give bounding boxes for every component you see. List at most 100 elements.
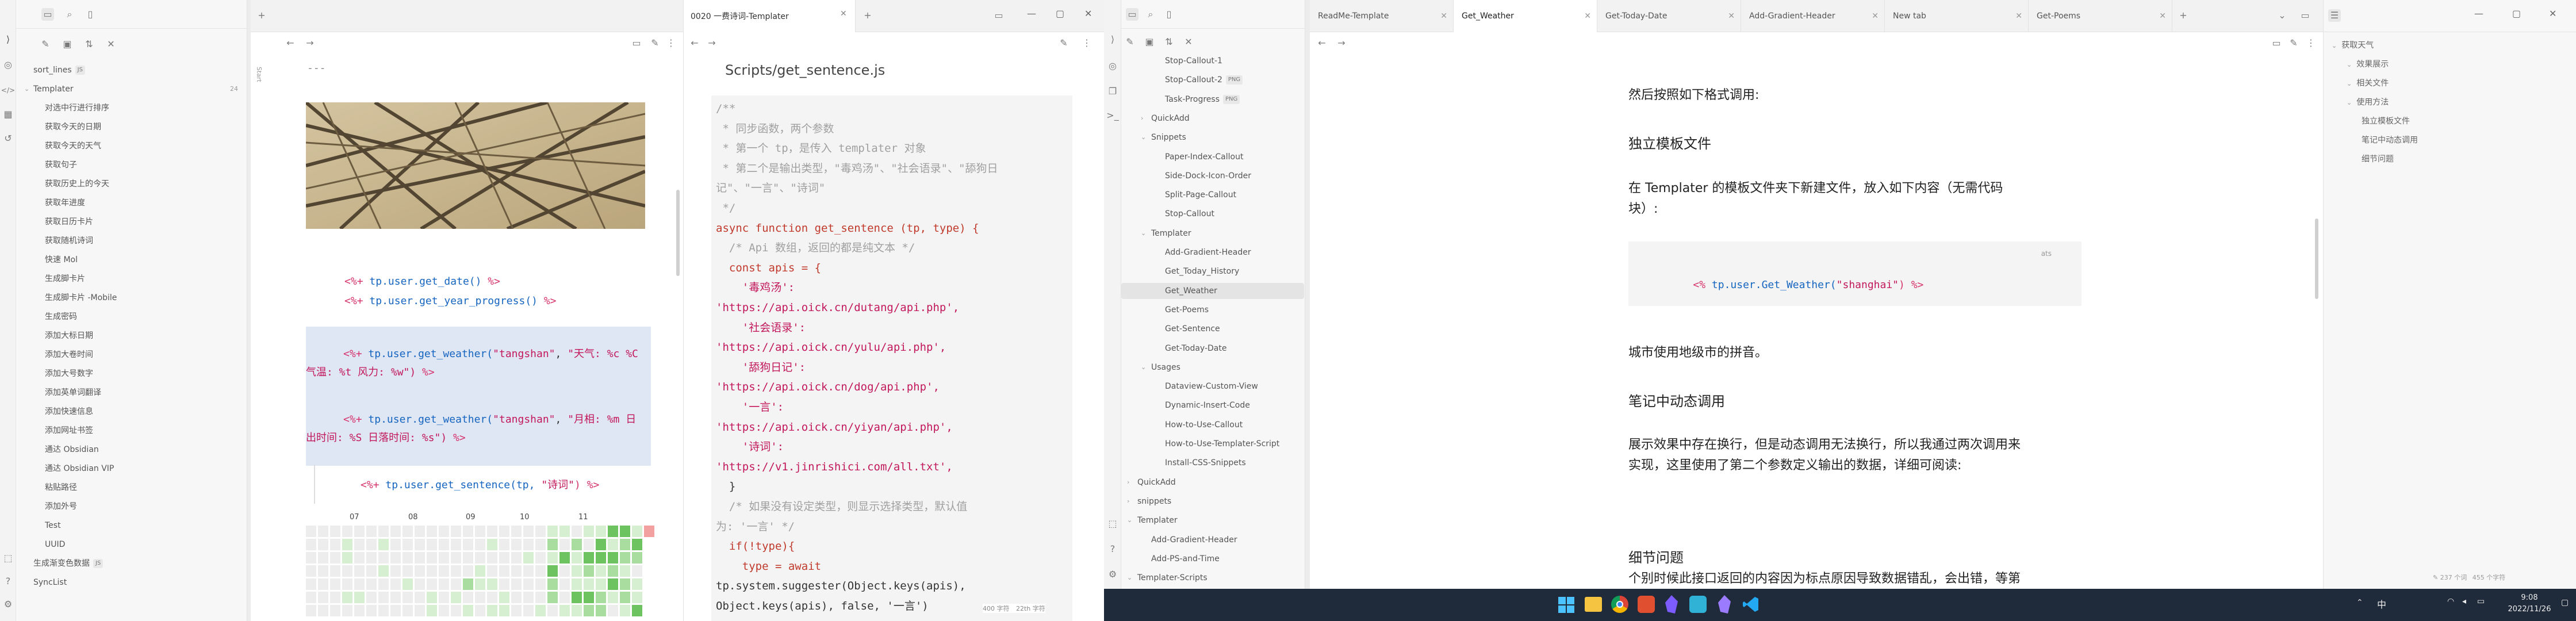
file-tree-item[interactable]: Get_Weather [1121,282,1304,299]
heatmap-cell[interactable] [475,526,485,537]
heatmap-cell[interactable] [463,539,473,550]
heatmap-cell[interactable] [511,539,522,550]
maximize-button[interactable]: ▢ [1056,8,1064,19]
terminal-icon[interactable]: >_ [1106,109,1119,122]
file-tree-item[interactable]: 添加网址书签 [16,423,246,439]
heatmap-cell[interactable] [415,592,425,603]
heatmap-cell[interactable] [366,539,377,550]
file-tree-item[interactable]: How-to-Use-Callout [1121,417,1304,433]
heatmap-cell[interactable] [572,552,582,564]
notification-icon[interactable]: ▢ [2561,598,2569,607]
heatmap-cell[interactable] [439,605,449,616]
heatmap-cell[interactable] [354,526,365,537]
heatmap-cell[interactable] [584,565,594,577]
heatmap-cell[interactable] [330,578,340,590]
heatmap-cell[interactable] [535,592,546,603]
heatmap-cell[interactable] [366,565,377,577]
file-tree-item[interactable]: 生成密码 [16,309,246,325]
heatmap-cell[interactable] [572,526,582,537]
heatmap-cell[interactable] [427,539,437,550]
heatmap-cell[interactable] [366,578,377,590]
right-pane-divider[interactable] [1305,0,1310,589]
file-tree-item[interactable]: ⌄ Snippets [1121,129,1304,145]
heatmap-cell[interactable] [499,578,509,590]
heatmap-cell[interactable] [378,526,389,537]
heatmap-cell[interactable] [318,605,328,616]
heatmap-cell[interactable] [608,552,618,564]
heatmap-cell[interactable] [415,552,425,564]
heatmap-cell[interactable] [559,578,570,590]
tab-1[interactable]: Get_Weather ✕ [1454,0,1597,32]
heatmap-cell[interactable] [390,592,401,603]
heatmap-cell[interactable] [342,605,352,616]
heatmap-cell[interactable] [511,605,522,616]
heatmap-cell[interactable] [487,565,497,577]
heatmap-cell[interactable] [342,592,352,603]
file-tree-item[interactable]: › QuickAdd [1121,474,1304,490]
heatmap-cell[interactable] [572,539,582,550]
tab-plus-icon[interactable]: + [861,9,874,22]
new-note-icon[interactable]: ✎ [39,38,52,51]
file-tree-item[interactable]: › QuickAdd [1121,110,1304,126]
file-tree-item[interactable]: 获取随机诗词 [16,233,246,249]
help-icon-2[interactable]: ? [1106,543,1119,555]
heatmap-cell[interactable] [535,605,546,616]
heatmap-cell[interactable] [378,578,389,590]
heatmap-cell[interactable] [535,578,546,590]
heatmap-cell[interactable] [390,565,401,577]
heatmap-cell[interactable] [499,552,509,564]
heatmap-cell[interactable] [463,565,473,577]
heatmap-cell[interactable] [306,592,316,603]
copy-icon[interactable]: ❐ [1106,85,1119,98]
vscode-taskbar-icon[interactable] [1742,596,1759,613]
tab-close-icon[interactable]: ✕ [2159,0,2166,32]
back-icon-2[interactable]: ← [688,37,701,49]
forward-icon[interactable]: → [304,37,316,49]
collapse-icon[interactable]: ✕ [105,38,117,51]
tab-3[interactable]: Add-Gradient-Header ✕ [1741,0,1885,32]
file-tree-item[interactable]: 生成脚卡片 [16,271,246,287]
right-note-scrollbar[interactable] [2315,218,2318,299]
edit-icon-3[interactable]: ✎ [2287,37,2300,49]
heatmap-cell[interactable] [451,592,461,603]
sort-icon-2[interactable]: ⇅ [1163,36,1175,48]
sidebar-toggle-icon[interactable]: ▭ [992,9,1005,22]
file-tree-item[interactable]: 快速 Mol [16,252,246,268]
heatmap-cell[interactable] [366,526,377,537]
file-tree-item[interactable]: Stop-Callout [1121,206,1304,222]
vault-icon-2[interactable]: ⬚ [1106,518,1119,530]
heatmap-cell[interactable] [439,526,449,537]
file-tree-item[interactable]: Add-Gradient-Header [1121,532,1304,548]
heatmap-cell[interactable] [487,539,497,550]
file-tree-item[interactable]: ⌄ Templater [1121,225,1304,241]
heatmap-cell[interactable] [608,592,618,603]
heatmap-cell[interactable] [547,565,558,577]
heatmap-cell[interactable] [402,592,413,603]
tab-5[interactable]: Get-Poems ✕ [2029,0,2172,32]
heatmap-cell[interactable] [523,592,534,603]
heatmap-cell[interactable] [366,552,377,564]
heatmap-cell[interactable] [608,605,618,616]
file-tree-item[interactable]: ⌄ Templater 24 [16,81,246,97]
settings-icon[interactable]: ⚙ [2,598,14,611]
more-options-icon-3[interactable]: ⋮ [2305,37,2317,49]
file-tree-item[interactable]: › snippets [1121,493,1304,509]
heatmap-cell[interactable] [487,578,497,590]
file-tree-item[interactable]: 获取句子 [16,157,246,173]
outline-item[interactable]: ⌄ 效果展示 [2347,58,2389,70]
heatmap-cell[interactable] [559,565,570,577]
start-button[interactable] [1557,596,1575,614]
heatmap-cell[interactable] [451,605,461,616]
heatmap-cell[interactable] [559,592,570,603]
heatmap-cell[interactable] [463,526,473,537]
heatmap-cell[interactable] [451,565,461,577]
file-tree-item[interactable]: 获取历史上的今天 [16,176,246,192]
bookmark-icon-2[interactable]: ▯ [1163,8,1175,21]
heatmap-cell[interactable] [632,605,642,616]
heatmap-cell[interactable] [584,592,594,603]
file-tree-item[interactable]: Stop-Callout-2 PNG [1121,72,1304,88]
clock-time[interactable]: 9:08 [2504,593,2555,602]
new-folder-icon[interactable]: ▣ [61,38,74,51]
heatmap-cell[interactable] [584,539,594,550]
heatmap-cell[interactable] [366,592,377,603]
